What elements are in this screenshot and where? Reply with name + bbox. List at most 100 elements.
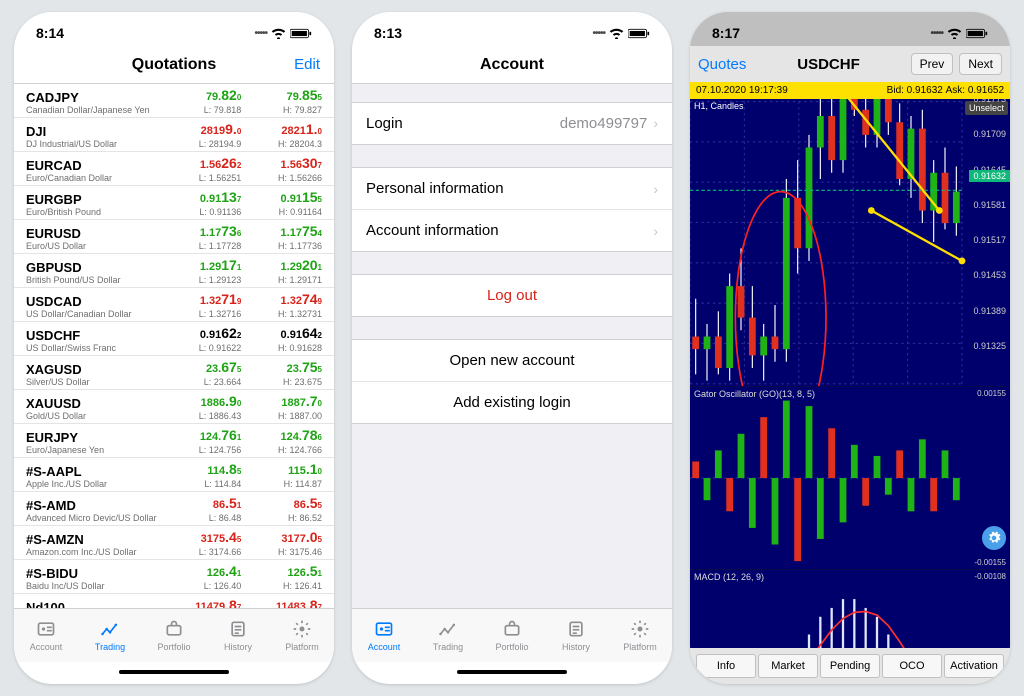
candle-panel[interactable]: H1, Candles Unselect 0.917730.917090.916… [690, 99, 1010, 386]
nav-bar: Quotations Edit [14, 46, 334, 84]
tab-platform[interactable]: Platform [608, 609, 672, 662]
tab-account[interactable]: Account [352, 609, 416, 662]
high-value: H: 124.766 [241, 445, 322, 455]
row-open-account[interactable]: Open new account [352, 340, 672, 382]
tab-label: Account [368, 642, 401, 652]
seg-pending[interactable]: Pending [820, 654, 880, 678]
bid-price: 23.675 [161, 359, 242, 377]
bid-price: 124.761 [161, 427, 242, 445]
ask-price: 0.91155 [241, 189, 322, 207]
row-login[interactable]: Login demo499797› [352, 103, 672, 144]
battery-icon [628, 28, 650, 39]
tab-bar: Account Trading Portfolio HistoryPlatform [14, 608, 334, 662]
quote-row[interactable]: Nd100Nasdaq 100/US Dollar 11479.87L: 114… [14, 594, 334, 608]
edit-button[interactable]: Edit [294, 56, 320, 73]
low-value: L: 0.91622 [161, 343, 242, 353]
quote-row[interactable]: EURJPYEuro/Japanese Yen 124.761L: 124.75… [14, 424, 334, 458]
section-info: Personal information› Account informatio… [352, 167, 672, 252]
gator-chart[interactable] [690, 387, 1010, 569]
low-value: L: 3174.66 [161, 547, 242, 557]
platform-icon [291, 619, 313, 641]
quote-row[interactable]: #S-AMZNAmazon.com Inc./US Dollar 3175.45… [14, 526, 334, 560]
row-logout[interactable]: Log out [352, 275, 672, 316]
quote-row[interactable]: XAGUSDSilver/US Dollar 23.675L: 23.664 2… [14, 356, 334, 390]
high-value: H: 0.91164 [241, 207, 322, 217]
bid-price: 1.56262 [161, 155, 242, 173]
symbol-desc: DJ Industrial/US Dollar [26, 139, 161, 149]
portfolio-icon [501, 619, 523, 641]
chart-area[interactable]: H1, Candles Unselect 0.917730.917090.916… [690, 99, 1010, 648]
tab-account[interactable]: Account [14, 609, 78, 662]
symbol-desc: Euro/British Pound [26, 207, 161, 217]
quote-row[interactable]: #S-BIDUBaidu Inc/US Dollar 126.41L: 126.… [14, 560, 334, 594]
settings-gear-button[interactable] [982, 526, 1006, 550]
bid-price: 11479.87 [161, 597, 242, 608]
tab-platform[interactable]: Platform [270, 609, 334, 662]
wifi-icon [947, 28, 962, 39]
ask-price: 115.10 [241, 461, 322, 479]
row-account-info[interactable]: Account information› [352, 210, 672, 251]
quotes-list[interactable]: CADJPYCanadian Dollar/Japanese Yen 79.82… [14, 84, 334, 608]
low-value: L: 1.56251 [161, 173, 242, 183]
tab-label: Portfolio [157, 642, 190, 652]
home-indicator [14, 662, 334, 684]
prev-button[interactable]: Prev [911, 53, 954, 75]
quote-row[interactable]: EURCADEuro/Canadian Dollar 1.56262L: 1.5… [14, 152, 334, 186]
row-personal[interactable]: Personal information› [352, 168, 672, 210]
login-label: Login [366, 115, 403, 132]
candlestick-chart[interactable] [690, 99, 1010, 386]
low-value: L: 1886.43 [161, 411, 242, 421]
seg-market[interactable]: Market [758, 654, 818, 678]
bid-price: 1.29171 [161, 257, 242, 275]
symbol: EURGBP [26, 193, 161, 207]
tab-trading[interactable]: Trading [416, 609, 480, 662]
ask-price: 1887.70 [241, 393, 322, 411]
tab-portfolio[interactable]: Portfolio [142, 609, 206, 662]
symbol: #S-AMD [26, 499, 161, 513]
low-value: L: 0.91136 [161, 207, 242, 217]
segment-bar: InfoMarketPendingOCOActivation [690, 648, 1010, 684]
section-new: Open new account Add existing login [352, 339, 672, 424]
quote-row[interactable]: USDCADUS Dollar/Canadian Dollar 1.32719L… [14, 288, 334, 322]
quote-row[interactable]: EURUSDEuro/US Dollar 1.17736L: 1.17728 1… [14, 220, 334, 254]
gator-panel[interactable]: Gator Oscillator (GO)(13, 8, 5) 0.00155-… [690, 386, 1010, 569]
account-content: Login demo499797› Personal information› … [352, 84, 672, 608]
status-icons: ••••• [254, 28, 312, 39]
quote-row[interactable]: XAUUSDGold/US Dollar 1886.90L: 1886.43 1… [14, 390, 334, 424]
low-value: L: 1.32716 [161, 309, 242, 319]
macd-label: MACD (12, 26, 9) [694, 572, 764, 582]
status-icons: ••••• [592, 28, 650, 39]
seg-oco[interactable]: OCO [882, 654, 942, 678]
low-value: L: 124.756 [161, 445, 242, 455]
tab-label: Trading [95, 642, 125, 652]
bid-price: 0.91622 [161, 325, 242, 343]
section-login: Login demo499797› [352, 102, 672, 145]
seg-info[interactable]: Info [696, 654, 756, 678]
tab-trading[interactable]: Trading [78, 609, 142, 662]
quotes-link[interactable]: Quotes [698, 56, 746, 73]
high-value: H: 114.87 [241, 479, 322, 489]
row-add-login[interactable]: Add existing login [352, 382, 672, 423]
quote-row[interactable]: DJIDJ Industrial/US Dollar 28199.0L: 281… [14, 118, 334, 152]
quote-row[interactable]: GBPUSDBritish Pound/US Dollar 1.29171L: … [14, 254, 334, 288]
quote-row[interactable]: CADJPYCanadian Dollar/Japanese Yen 79.82… [14, 84, 334, 118]
ask-price: 1.32749 [241, 291, 322, 309]
macd-panel[interactable]: MACD (12, 26, 9) -0.00108-0.00096-0.0009… [690, 569, 1010, 648]
bid-price: 28199.0 [161, 121, 242, 139]
symbol: EURCAD [26, 159, 161, 173]
symbol-desc: Gold/US Dollar [26, 411, 161, 421]
quote-row[interactable]: EURGBPEuro/British Pound 0.91137L: 0.911… [14, 186, 334, 220]
symbol: USDCAD [26, 295, 161, 309]
high-value: H: 1.29171 [241, 275, 322, 285]
quote-row[interactable]: #S-AAPLApple Inc./US Dollar 114.85L: 114… [14, 458, 334, 492]
quote-row[interactable]: USDCHFUS Dollar/Swiss Franc 0.91622L: 0.… [14, 322, 334, 356]
bid-price: 1.17736 [161, 223, 242, 241]
history-icon [227, 619, 249, 641]
next-button[interactable]: Next [959, 53, 1002, 75]
symbol-desc: US Dollar/Swiss Franc [26, 343, 161, 353]
tab-history[interactable]: History [206, 609, 270, 662]
seg-activation[interactable]: Activation [944, 654, 1004, 678]
tab-history[interactable]: History [544, 609, 608, 662]
tab-portfolio[interactable]: Portfolio [480, 609, 544, 662]
quote-row[interactable]: #S-AMDAdvanced Micro Devic/US Dollar 86.… [14, 492, 334, 526]
